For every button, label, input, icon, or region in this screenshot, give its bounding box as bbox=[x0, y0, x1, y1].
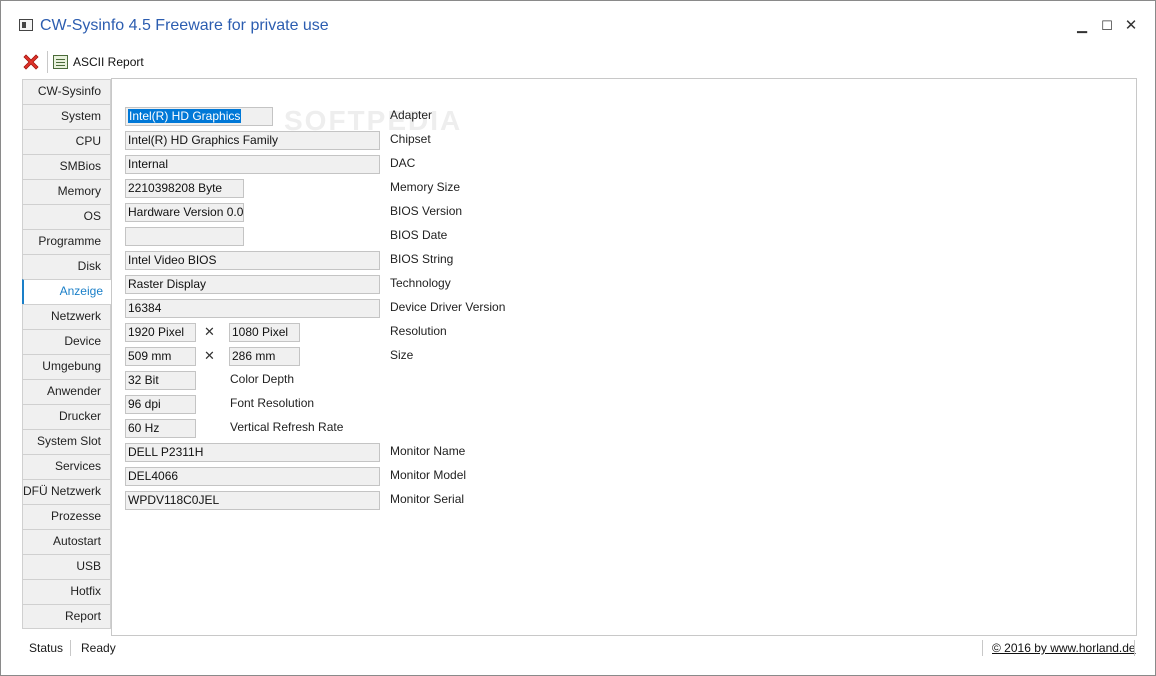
tab-hotfix[interactable]: Hotfix bbox=[22, 579, 111, 604]
tab-dfü-netzwerk[interactable]: DFÜ Netzwerk bbox=[22, 479, 111, 504]
resolution-label: Resolution bbox=[390, 324, 447, 338]
dac-label: DAC bbox=[390, 156, 416, 170]
resolution-width-field[interactable]: 1920 Pixel bbox=[125, 323, 196, 342]
bios-string-label: BIOS String bbox=[390, 252, 454, 266]
font-resolution-field[interactable]: 96 dpi bbox=[125, 395, 196, 414]
ascii-report-button[interactable]: ASCII Report bbox=[53, 52, 144, 72]
monitor-serial-field[interactable]: WPDV118C0JEL bbox=[125, 491, 380, 510]
status-label: Status bbox=[29, 641, 64, 655]
font-resolution-label: Font Resolution bbox=[230, 396, 315, 410]
toolbar: ASCII Report bbox=[1, 48, 1155, 76]
tab-cw-sysinfo[interactable]: CW-Sysinfo bbox=[22, 79, 111, 104]
app-icon bbox=[19, 19, 33, 31]
monitor-name-label: Monitor Name bbox=[390, 444, 466, 458]
monitor-model-label: Monitor Model bbox=[390, 468, 467, 482]
chipset-field[interactable]: Intel(R) HD Graphics Family bbox=[125, 131, 380, 150]
tab-smbios[interactable]: SMBios bbox=[22, 154, 111, 179]
adapter-label: Adapter bbox=[390, 108, 433, 122]
monitor-model-field[interactable]: DEL4066 bbox=[125, 467, 380, 486]
memory-size-label: Memory Size bbox=[390, 180, 461, 194]
red-x-icon bbox=[23, 54, 39, 70]
tab-system-slot[interactable]: System Slot bbox=[22, 429, 111, 454]
tab-anzeige[interactable]: Anzeige bbox=[22, 279, 112, 304]
tab-report[interactable]: Report bbox=[22, 604, 111, 629]
color-depth-label: Color Depth bbox=[230, 372, 295, 386]
technology-field[interactable]: Raster Display bbox=[125, 275, 380, 294]
bios-date-label: BIOS Date bbox=[390, 228, 448, 242]
driver-version-label: Device Driver Version bbox=[390, 300, 506, 314]
memory-size-field[interactable]: 2210398208 Byte bbox=[125, 179, 244, 198]
dac-field[interactable]: Internal bbox=[125, 155, 380, 174]
bios-version-label: BIOS Version bbox=[390, 204, 463, 218]
times-icon: ✕ bbox=[204, 348, 215, 363]
adapter-field[interactable]: Intel(R) HD Graphics bbox=[125, 107, 273, 126]
app-window: CW-Sysinfo 4.5 Freeware for private use … bbox=[0, 0, 1156, 676]
tab-os[interactable]: OS bbox=[22, 204, 111, 229]
color-depth-field[interactable]: 32 Bit bbox=[125, 371, 196, 390]
tab-cpu[interactable]: CPU bbox=[22, 129, 111, 154]
toolbar-separator bbox=[47, 51, 48, 73]
tab-autostart[interactable]: Autostart bbox=[22, 529, 111, 554]
size-height-field[interactable]: 286 mm bbox=[229, 347, 300, 366]
bios-string-field[interactable]: Intel Video BIOS bbox=[125, 251, 380, 270]
tab-umgebung[interactable]: Umgebung bbox=[22, 354, 111, 379]
monitor-name-field[interactable]: DELL P2311H bbox=[125, 443, 380, 462]
tab-programme[interactable]: Programme bbox=[22, 229, 111, 254]
copyright-link[interactable]: © 2016 by www.horland.de bbox=[992, 641, 1136, 655]
status-bar: Status Ready © 2016 by www.horland.de bbox=[1, 637, 1155, 659]
tab-device[interactable]: Device bbox=[22, 329, 111, 354]
tab-usb[interactable]: USB bbox=[22, 554, 111, 579]
resolution-height-field[interactable]: 1080 Pixel bbox=[229, 323, 300, 342]
sidebar-tabs: CW-Sysinfo System CPU SMBios Memory OS Program… bbox=[22, 79, 112, 629]
status-separator bbox=[982, 640, 983, 656]
tab-memory[interactable]: Memory bbox=[22, 179, 111, 204]
tab-system[interactable]: System bbox=[22, 104, 111, 129]
refresh-rate-label: Vertical Refresh Rate bbox=[230, 420, 344, 434]
monitor-serial-label: Monitor Serial bbox=[390, 492, 465, 506]
technology-label: Technology bbox=[390, 276, 451, 290]
close-window-button[interactable]: ✕ bbox=[1116, 13, 1146, 39]
ascii-report-label: ASCII Report bbox=[73, 55, 144, 69]
refresh-rate-field[interactable]: 60 Hz bbox=[125, 419, 196, 438]
report-icon bbox=[53, 55, 68, 69]
chipset-label: Chipset bbox=[390, 132, 431, 146]
bios-version-field[interactable]: Hardware Version 0.0 bbox=[125, 203, 244, 222]
tab-anwender[interactable]: Anwender bbox=[22, 379, 111, 404]
status-value: Ready bbox=[81, 641, 116, 655]
driver-version-field[interactable]: 16384 bbox=[125, 299, 380, 318]
tab-services[interactable]: Services bbox=[22, 454, 111, 479]
status-separator bbox=[70, 640, 71, 656]
window-title: CW-Sysinfo 4.5 Freeware for private use bbox=[40, 17, 329, 34]
size-label: Size bbox=[390, 348, 414, 362]
adapter-value: Intel(R) HD Graphics bbox=[128, 109, 242, 123]
size-width-field[interactable]: 509 mm bbox=[125, 347, 196, 366]
exit-button[interactable] bbox=[21, 52, 41, 72]
title-bar: CW-Sysinfo 4.5 Freeware for private use … bbox=[1, 1, 1155, 45]
status-separator bbox=[1134, 640, 1135, 656]
tab-disk[interactable]: Disk bbox=[22, 254, 111, 279]
tab-netzwerk[interactable]: Netzwerk bbox=[22, 304, 111, 329]
times-icon: ✕ bbox=[204, 324, 215, 339]
bios-date-field[interactable] bbox=[125, 227, 244, 246]
tab-drucker[interactable]: Drucker bbox=[22, 404, 111, 429]
tab-prozesse[interactable]: Prozesse bbox=[22, 504, 111, 529]
